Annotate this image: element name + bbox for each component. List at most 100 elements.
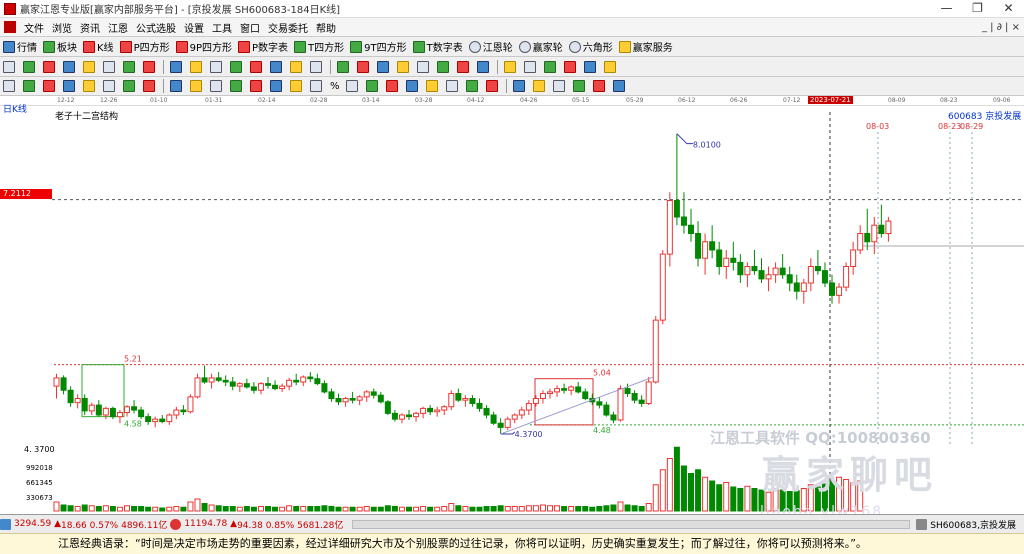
analysis-tool-button[interactable] (20, 79, 40, 93)
9p-square-button[interactable]: 9P四方形 (173, 39, 235, 54)
analysis-tool-button[interactable] (0, 79, 20, 93)
drawing-tool-button[interactable] (0, 60, 20, 73)
analysis-tool-button[interactable] (267, 79, 287, 93)
percent-button[interactable]: % (327, 81, 343, 92)
drawing-tool-button[interactable] (287, 60, 307, 73)
gann-wheel-button[interactable]: 江恩轮 (466, 39, 516, 54)
candle-body (638, 399, 645, 404)
analysis-tool-button[interactable] (463, 79, 483, 93)
drawing-tool-button[interactable] (414, 60, 434, 73)
menu-settings[interactable]: 设置 (180, 20, 208, 35)
analysis-tool-button[interactable] (60, 79, 80, 93)
analysis-tool-button[interactable] (167, 79, 187, 93)
drawing-tool-button[interactable] (474, 60, 494, 73)
drawing-tool-button[interactable] (120, 60, 140, 73)
analysis-tool-button[interactable] (187, 79, 207, 93)
p-number-table-button[interactable]: P数字表 (235, 39, 291, 54)
analysis-tool-button[interactable] (483, 79, 503, 93)
analysis-tool-button[interactable] (100, 79, 120, 93)
drawing-tool-button[interactable] (374, 60, 394, 73)
analysis-tool-button[interactable] (530, 79, 550, 93)
analysis-tool-button[interactable] (423, 79, 443, 93)
drawing-tool-button[interactable] (541, 60, 561, 73)
drawing-tool-button[interactable] (60, 60, 80, 73)
menu-formula[interactable]: 公式选股 (132, 20, 180, 35)
horizontal-scrollbar[interactable] (352, 519, 911, 529)
menu-tools[interactable]: 工具 (208, 20, 236, 35)
hexagon-button[interactable]: 六角形 (566, 39, 616, 54)
date-tick-label: 01-31 (205, 97, 223, 104)
analysis-tool-button[interactable] (443, 79, 463, 93)
menu-help[interactable]: 帮助 (312, 20, 340, 35)
drawing-tool-icon (477, 60, 489, 73)
analysis-tool-button[interactable] (287, 79, 307, 93)
9t-square-button[interactable]: 9T四方形 (347, 39, 409, 54)
menu-file[interactable]: 文件 (20, 20, 48, 35)
candle-body (272, 384, 279, 390)
restore-button[interactable]: ❐ (962, 0, 993, 17)
analysis-tool-button[interactable] (403, 79, 423, 93)
menu-trade[interactable]: 交易委托 (264, 20, 312, 35)
drawing-tool-button[interactable] (581, 60, 601, 73)
candle-body (659, 253, 666, 321)
drawing-tool-button[interactable] (267, 60, 287, 73)
menu-window[interactable]: 窗口 (236, 20, 264, 35)
drawing-tool-button[interactable] (601, 60, 621, 73)
sectors-button[interactable]: 板块 (40, 39, 80, 54)
drawing-tool-button[interactable] (454, 60, 474, 73)
drawing-tool-button[interactable] (521, 60, 541, 73)
quotes-button[interactable]: 行情 (0, 39, 40, 54)
drawing-tool-button[interactable] (247, 60, 267, 73)
drawing-tool-button[interactable] (307, 60, 327, 73)
drawing-tool-button[interactable] (40, 60, 60, 73)
analysis-tool-button[interactable] (610, 79, 630, 93)
analysis-tool-button[interactable] (343, 79, 363, 93)
analysis-tool-button[interactable] (40, 79, 60, 93)
p-square-button[interactable]: P四方形 (117, 39, 173, 54)
analysis-tool-button[interactable] (247, 79, 267, 93)
drawing-tool-button[interactable] (207, 60, 227, 73)
analysis-tool-button[interactable] (80, 79, 100, 93)
analysis-tool-button[interactable] (550, 79, 570, 93)
drawing-tool-button[interactable] (80, 60, 100, 73)
winner-wheel-button[interactable]: 赢家轮 (516, 39, 566, 54)
minimize-button[interactable]: — (931, 0, 962, 17)
analysis-tool-button[interactable] (363, 79, 383, 93)
kline-chart[interactable]: 08-03 08-23 08-29 5.21 4.58 5.04 4.48 8.0100 4.3… (0, 105, 1024, 520)
drawing-tool-button[interactable] (354, 60, 374, 73)
analysis-tool-button[interactable] (140, 79, 160, 93)
kline-button[interactable]: K线 (80, 39, 117, 54)
drawing-tool-button[interactable] (394, 60, 414, 73)
drawing-tool-button[interactable] (561, 60, 581, 73)
winner-service-button[interactable]: 赢家服务 (616, 39, 676, 54)
volume-bar (575, 506, 582, 512)
analysis-tool-button[interactable] (120, 79, 140, 93)
sh-index[interactable]: 3294.59 ▲ 18.66 0.57% 4896.11亿 (0, 518, 167, 531)
mdi-window-controls[interactable]: _ | ∂ | × (982, 22, 1020, 33)
analysis-tool-button[interactable] (383, 79, 403, 93)
drawing-tool-button[interactable] (334, 60, 354, 73)
drawing-tool-button[interactable] (501, 60, 521, 73)
drawing-tool-button[interactable] (434, 60, 454, 73)
menu-info[interactable]: 资讯 (76, 20, 104, 35)
close-button[interactable]: ✕ (993, 0, 1024, 17)
drawing-tool-button[interactable] (100, 60, 120, 73)
sz-index[interactable]: 11194.78 ▲ 94.38 0.85% 5681.28亿 (170, 518, 343, 531)
menu-gann[interactable]: 江恩 (104, 20, 132, 35)
drawing-tool-button[interactable] (227, 60, 247, 73)
drawing-tool-button[interactable] (140, 60, 160, 73)
analysis-tool-button[interactable] (307, 79, 327, 93)
analysis-tool-button[interactable] (207, 79, 227, 93)
analysis-tool-button[interactable] (590, 79, 610, 93)
date-tick-label: 08-23 (940, 97, 958, 104)
drawing-tool-icon (524, 60, 536, 73)
analysis-tool-button[interactable] (227, 79, 247, 93)
drawing-tool-button[interactable] (167, 60, 187, 73)
analysis-tool-button[interactable] (510, 79, 530, 93)
t-number-table-button[interactable]: T数字表 (410, 39, 466, 54)
analysis-tool-button[interactable] (570, 79, 590, 93)
menu-browse[interactable]: 浏览 (48, 20, 76, 35)
drawing-tool-button[interactable] (20, 60, 40, 73)
t-square-button[interactable]: T四方形 (291, 39, 347, 54)
drawing-tool-button[interactable] (187, 60, 207, 73)
